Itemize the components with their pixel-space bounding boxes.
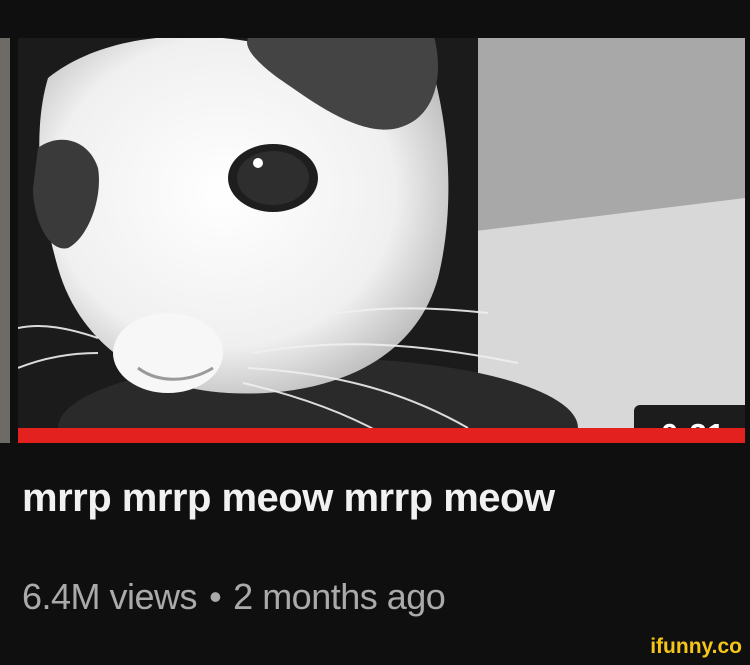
meta-separator: • xyxy=(209,576,222,617)
view-count: 6.4M views xyxy=(22,576,198,617)
watch-progress-bar xyxy=(18,428,745,443)
watch-progress-fill xyxy=(18,428,745,443)
ifunny-watermark: ifunny.co xyxy=(650,635,742,658)
video-thumbnail[interactable]: 0:31 xyxy=(18,38,745,443)
upload-age: 2 months ago xyxy=(233,576,446,617)
video-metadata: 6.4M views • 2 months ago xyxy=(22,576,446,618)
video-card[interactable]: 0:31 mrrp mrrp meow mrrp meow 6.4M views… xyxy=(0,0,750,665)
adjacent-thumbnail-edge xyxy=(0,38,10,443)
video-title[interactable]: mrrp mrrp meow mrrp meow xyxy=(22,476,555,521)
cat-photo-icon xyxy=(18,38,745,443)
